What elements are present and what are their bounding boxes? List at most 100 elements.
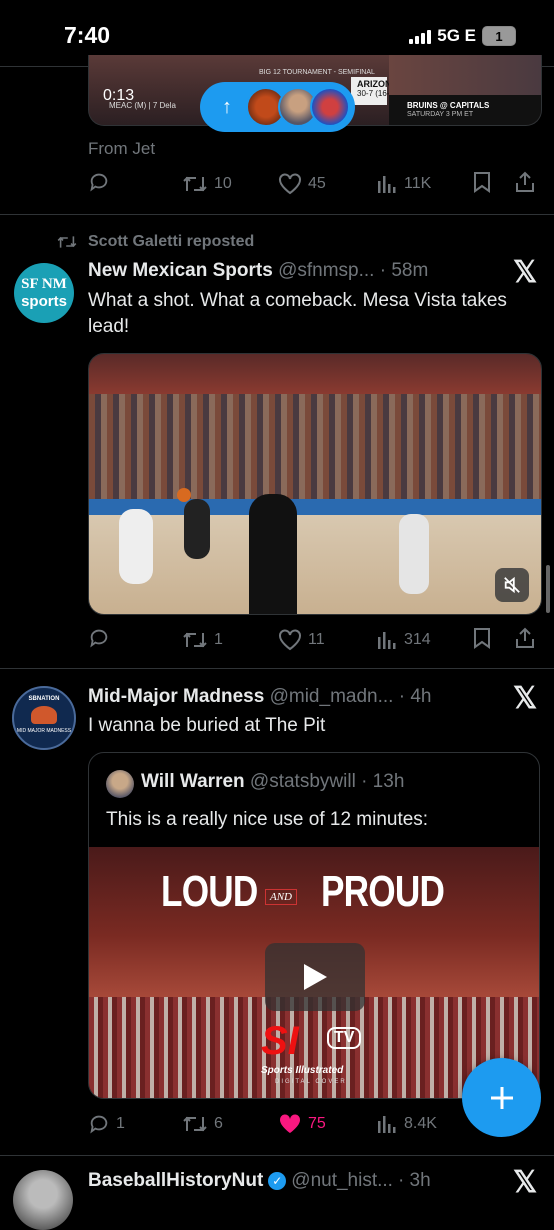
views-icon [378, 1116, 396, 1133]
retweet-count: 10 [214, 175, 232, 192]
si-tv-logo: TV [327, 1027, 362, 1049]
banner-promo: BRUINS @ CAPITALS [407, 101, 490, 110]
play-icon [304, 964, 327, 990]
tweet0-from-label: From Jet [88, 139, 156, 158]
retweet-icon [183, 1116, 207, 1132]
x-logo-icon: 𝕏 [513, 1166, 538, 1199]
reply-count: 1 [116, 1115, 125, 1132]
heart-filled-icon [279, 1114, 301, 1133]
avatar-text-2: sports [21, 293, 67, 310]
x-logo-icon: 𝕏 [513, 256, 538, 289]
arrow-up-icon: ↑ [222, 95, 232, 118]
share-icon[interactable] [514, 627, 536, 654]
tweet-divider [0, 214, 554, 215]
like-button[interactable]: 75 [278, 1113, 326, 1135]
tweet3-header: BaseballHistoryNut ✓ @nut_hist... · 3h [88, 1170, 431, 1192]
heart-icon [279, 173, 301, 195]
battery-icon: 1 [482, 26, 516, 46]
video-timestamp: 0:13 [103, 87, 135, 104]
post-time: · 58m [379, 260, 429, 281]
retweet-button[interactable]: 6 [182, 1113, 223, 1135]
like-button[interactable]: 11 [278, 629, 325, 651]
avatar-text-top: SBNATION [28, 696, 60, 702]
repost-icon [57, 236, 77, 248]
author-name[interactable]: BaseballHistoryNut [88, 1170, 263, 1192]
quote-author-name: Will Warren [141, 771, 245, 792]
status-time: 7:40 [64, 22, 111, 48]
plus-icon [490, 1086, 513, 1109]
retweet-count: 6 [214, 1115, 223, 1132]
views-button[interactable]: 8.4K [376, 1113, 437, 1135]
quote-video[interactable]: LOUD AND PROUD SI TV Sports Illustrated … [89, 847, 539, 1098]
status-icons: 5G E 1 [409, 26, 516, 46]
video-title-and: AND [265, 889, 297, 905]
like-count: 75 [308, 1115, 326, 1132]
tweet1-header: New Mexican Sports @sfnmsp... · 58m [88, 260, 428, 282]
scrollbar-thumb[interactable] [546, 565, 550, 613]
reply-icon [90, 1115, 108, 1134]
views-icon [378, 176, 396, 193]
tweet1-text: What a shot. What a comeback. Mesa Vista… [88, 290, 507, 337]
tweet2-avatar[interactable]: SBNATION MID MAJOR MADNESS [12, 686, 76, 750]
post-time: · 3h [397, 1170, 431, 1191]
post-time: · 4h [398, 686, 432, 707]
avatar-text-1: SF NM [21, 276, 67, 292]
tweet1-actions: 1 11 314 [88, 626, 538, 654]
views-button[interactable]: 11K [376, 173, 431, 195]
referee-figure [249, 494, 297, 614]
repost-label: Scott Galetti reposted [88, 233, 255, 250]
views-icon [378, 632, 396, 649]
pill-avatar-3 [310, 87, 350, 127]
like-count: 11 [308, 631, 325, 648]
author-handle[interactable]: @sfnmsp... [278, 260, 374, 281]
banner-center: BIG 12 TOURNAMENT - SEMIFINAL [259, 69, 375, 76]
verified-badge-icon: ✓ [268, 1172, 287, 1190]
tweet1-video[interactable] [88, 353, 542, 615]
author-name[interactable]: New Mexican Sports [88, 260, 273, 281]
play-button[interactable] [265, 943, 365, 1011]
quote-header: Will Warren @statsbywill · 13h [141, 771, 404, 793]
quote-post-time: · 13h [361, 771, 405, 792]
heart-icon [279, 629, 301, 651]
banner-promo-time: SATURDAY 3 PM ET [407, 111, 474, 118]
tweet2-text: I wanna be buried at The Pit [88, 715, 326, 736]
tweet2-header: Mid-Major Madness @mid_madn... · 4h [88, 686, 431, 708]
like-count: 45 [308, 175, 326, 192]
quote-avatar [106, 770, 134, 798]
tweet1-avatar[interactable]: SF NM sports [14, 263, 74, 323]
tweet0-actions: 10 45 11K [88, 170, 538, 198]
retweet-button[interactable]: 10 [182, 173, 232, 195]
x-logo-icon: 𝕏 [513, 682, 538, 715]
bookmark-icon[interactable] [472, 171, 492, 198]
compose-button[interactable] [462, 1058, 541, 1137]
video-title-proud: PROUD [321, 867, 445, 916]
player-figure [119, 509, 153, 584]
share-icon[interactable] [514, 171, 536, 198]
mute-icon[interactable] [495, 568, 529, 602]
like-button[interactable]: 45 [278, 173, 326, 195]
retweet-button[interactable]: 1 [182, 629, 223, 651]
reply-icon[interactable] [88, 171, 110, 198]
repost-indicator: Scott Galetti reposted [56, 233, 254, 251]
views-button[interactable]: 314 [376, 629, 431, 651]
author-name[interactable]: Mid-Major Madness [88, 686, 264, 707]
quote-text: This is a really nice use of 12 minutes: [106, 809, 429, 830]
si-subtitle-2: DIGITAL COVER [275, 1079, 347, 1085]
new-posts-pill[interactable]: ↑ [200, 82, 355, 132]
tweet-divider [0, 1155, 554, 1156]
retweet-count: 1 [214, 631, 223, 648]
author-handle[interactable]: @nut_hist... [291, 1170, 393, 1192]
basketball-icon [31, 706, 57, 724]
views-count: 314 [404, 631, 431, 648]
quote-tweet[interactable]: Will Warren @statsbywill · 13h This is a… [88, 752, 540, 1099]
signal-icon [409, 28, 432, 44]
reply-icon[interactable] [88, 627, 110, 654]
author-handle[interactable]: @mid_madn... [270, 686, 394, 707]
reply-button[interactable]: 1 [88, 1113, 125, 1135]
si-subtitle: Sports Illustrated [261, 1065, 344, 1076]
si-logo: SI [261, 1019, 299, 1063]
retweet-icon [183, 632, 207, 648]
tweet3-avatar[interactable] [13, 1170, 73, 1230]
player-figure [184, 499, 210, 559]
bookmark-icon[interactable] [472, 627, 492, 654]
